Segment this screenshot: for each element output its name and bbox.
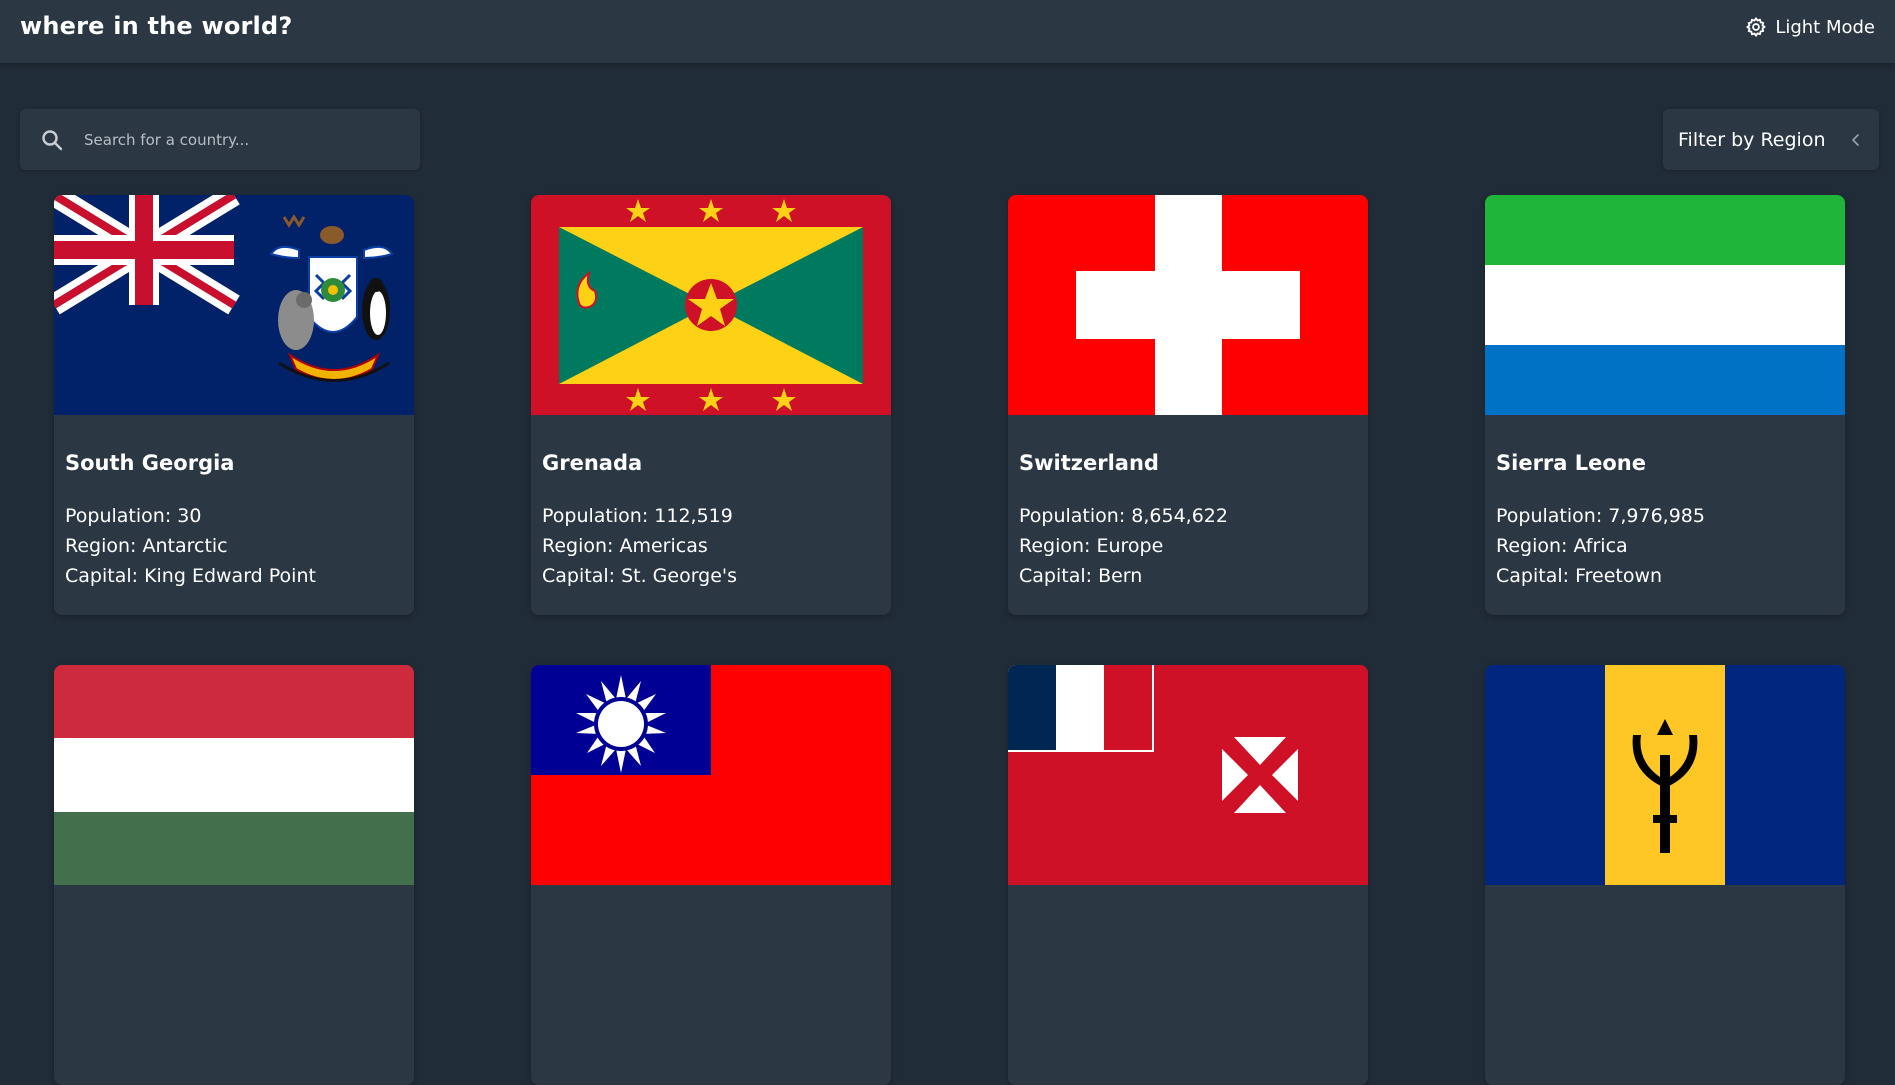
country-card[interactable] xyxy=(1008,665,1368,1085)
mode-label: Light Mode xyxy=(1775,16,1875,38)
barbados-flag xyxy=(1485,665,1845,885)
population-stat: Population: 7,976,985 xyxy=(1496,505,1705,527)
country-card[interactable] xyxy=(531,665,891,1085)
filter-label: Filter by Region xyxy=(1678,128,1826,151)
top-header: where in the world? Light Mode xyxy=(0,0,1895,63)
country-name: Grenada xyxy=(542,451,643,475)
population-stat: Population: 30 xyxy=(65,505,202,527)
country-card[interactable] xyxy=(54,665,414,1085)
country-card[interactable]: Sierra Leone Population: 7,976,985 Regio… xyxy=(1485,195,1845,615)
population-stat: Population: 112,519 xyxy=(542,505,733,527)
sierra-leone-flag xyxy=(1485,195,1845,415)
wallis-and-futuna-flag xyxy=(1008,665,1368,885)
country-card[interactable]: Grenada Population: 112,519 Region: Amer… xyxy=(531,195,891,615)
country-card[interactable]: Switzerland Population: 8,654,622 Region… xyxy=(1008,195,1368,615)
capital-stat: Capital: Bern xyxy=(1019,565,1143,587)
capital-stat: Capital: Freetown xyxy=(1496,565,1663,587)
country-name: Switzerland xyxy=(1019,451,1159,475)
population-stat: Population: 8,654,622 xyxy=(1019,505,1228,527)
grenada-flag xyxy=(531,195,891,415)
search-box[interactable] xyxy=(20,109,420,170)
capital-stat: Capital: King Edward Point xyxy=(65,565,316,587)
region-stat: Region: Antarctic xyxy=(65,535,228,557)
theme-mode-toggle[interactable]: Light Mode xyxy=(1745,14,1875,40)
gear-icon xyxy=(1746,17,1766,37)
search-input[interactable] xyxy=(84,109,420,170)
south-georgia-flag xyxy=(54,195,414,415)
country-card[interactable]: South Georgia Population: 30 Region: Ant… xyxy=(54,195,414,615)
country-card[interactable] xyxy=(1485,665,1845,1085)
country-name: Sierra Leone xyxy=(1496,451,1647,475)
region-filter-dropdown[interactable]: Filter by Region xyxy=(1663,109,1879,170)
region-stat: Region: Africa xyxy=(1496,535,1628,557)
region-stat: Region: Europe xyxy=(1019,535,1164,557)
hungary-flag xyxy=(54,665,414,885)
switzerland-flag xyxy=(1008,195,1368,415)
country-name: South Georgia xyxy=(65,451,235,475)
region-stat: Region: Americas xyxy=(542,535,708,557)
capital-stat: Capital: St. George's xyxy=(542,565,738,587)
chevron-left-icon xyxy=(1852,133,1859,146)
app-title: where in the world? xyxy=(20,12,293,40)
taiwan-flag xyxy=(531,665,891,885)
search-icon xyxy=(42,129,63,150)
